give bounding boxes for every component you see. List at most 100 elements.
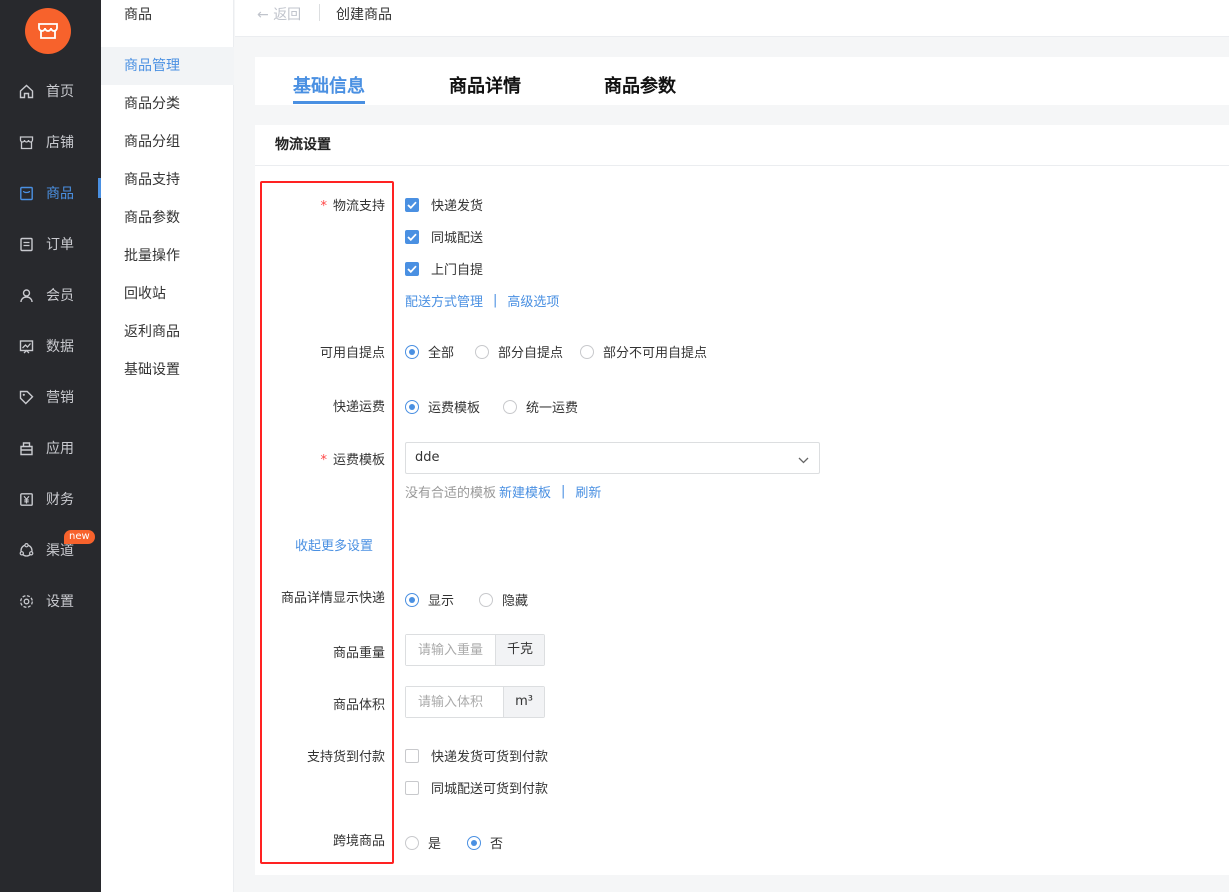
nav-item-settings[interactable]: 设置 (0, 576, 101, 627)
template-select[interactable]: dde (405, 442, 820, 474)
weight-input[interactable] (406, 635, 495, 665)
weight-unit: 千克 (495, 635, 544, 665)
nav-item-channel[interactable]: 渠道 new (0, 525, 101, 576)
subnav-item-basic-settings[interactable]: 基础设置 (101, 351, 234, 389)
checkbox-label: 同城配送可货到付款 (431, 782, 549, 797)
logistics-label: * 物流支持 (320, 195, 385, 214)
weight-input-group: 千克 (405, 634, 545, 666)
radio-label: 部分不可用自提点 (603, 346, 708, 361)
radio-checked-icon (405, 344, 419, 359)
subnav-title: 商品 (124, 7, 152, 23)
nav-label: 应用 (46, 441, 74, 457)
radio-checked-icon (405, 399, 419, 414)
nav-item-member[interactable]: 会员 (0, 270, 101, 321)
template-hint-row: 没有合适的模板 新建模板 | 刷新 (405, 482, 601, 501)
divider (319, 4, 320, 21)
tab-bar: 基础信息 商品详情 商品参数 (255, 57, 1229, 105)
subnav-item-recycle[interactable]: 回收站 (101, 275, 234, 313)
nav-item-home[interactable]: 首页 (0, 66, 101, 117)
nav-label: 店铺 (46, 135, 74, 151)
tab-goods-detail[interactable]: 商品详情 (449, 72, 521, 98)
subnav-item-goods-manage[interactable]: 商品管理 (101, 47, 234, 85)
cross-border-label: 跨境商品 (332, 834, 385, 849)
radio-fee-uniform[interactable]: 统一运费 (503, 397, 578, 416)
label-text: 运费模板 (332, 453, 385, 468)
collapse-settings-link[interactable]: 收起更多设置 (295, 535, 373, 554)
shipping-fee-label: 快递运费 (332, 400, 385, 415)
top-bar: ← 返回 创建商品 (235, 0, 1229, 37)
label-text: 物流支持 (332, 199, 385, 214)
nav-item-marketing[interactable]: 营销 (0, 372, 101, 423)
radio-pickup-partial-unavailable[interactable]: 部分不可用自提点 (580, 342, 707, 361)
nav-label: 设置 (46, 594, 74, 610)
checkbox-label: 快递发货可货到付款 (431, 750, 549, 765)
volume-input-group: m³ (405, 686, 545, 718)
radio-checked-icon (405, 592, 419, 607)
checkbox-cod-local[interactable]: 同城配送可货到付款 (405, 778, 548, 797)
goods-icon (18, 185, 34, 201)
subnav-item-batch[interactable]: 批量操作 (101, 237, 234, 275)
show-express-label: 商品详情显示快递 (280, 591, 385, 606)
arrow-left-icon: ← (257, 7, 269, 23)
member-icon (18, 287, 34, 303)
radio-cross-border-yes[interactable]: 是 (405, 833, 441, 852)
radio-show[interactable]: 显示 (405, 590, 454, 609)
back-label: 返回 (273, 7, 302, 23)
nav-item-app[interactable]: 应用 (0, 423, 101, 474)
radio-fee-template[interactable]: 运费模板 (405, 397, 480, 416)
delivery-method-link[interactable]: 配送方式管理 (405, 291, 483, 310)
template-hint: 没有合适的模板 (405, 486, 497, 501)
checkbox-label: 同城配送 (431, 231, 484, 246)
nav-item-data[interactable]: 数据 (0, 321, 101, 372)
radio-label: 否 (490, 837, 504, 852)
checkbox-cod-express[interactable]: 快递发货可货到付款 (405, 746, 548, 765)
refresh-link[interactable]: 刷新 (575, 482, 601, 501)
app-logo[interactable] (25, 8, 71, 54)
radio-label: 统一运费 (526, 401, 579, 416)
link-separator: | (493, 293, 498, 308)
nav-item-finance[interactable]: 财务 (0, 474, 101, 525)
radio-label: 显示 (428, 594, 455, 609)
radio-pickup-all[interactable]: 全部 (405, 342, 454, 361)
weight-label: 商品重量 (332, 646, 385, 661)
volume-input[interactable] (406, 687, 503, 717)
checkbox-express[interactable]: 快递发货 (405, 195, 483, 214)
pickup-label: 可用自提点 (319, 346, 385, 361)
nav-item-store[interactable]: 店铺 (0, 117, 101, 168)
subnav-item-category[interactable]: 商品分类 (101, 85, 234, 123)
nav-label: 会员 (46, 288, 74, 304)
new-template-link[interactable]: 新建模板 (499, 482, 551, 501)
nav-item-order[interactable]: 订单 (0, 219, 101, 270)
home-icon (18, 83, 34, 99)
radio-label: 部分自提点 (498, 346, 564, 361)
order-icon (18, 236, 34, 252)
radio-cross-border-no[interactable]: 否 (467, 833, 503, 852)
tab-basic-info[interactable]: 基础信息 (293, 72, 365, 98)
nav-label: 财务 (46, 492, 74, 508)
tag-icon (18, 389, 34, 405)
radio-unchecked-icon (479, 592, 493, 607)
radio-hide[interactable]: 隐藏 (479, 590, 528, 609)
tab-goods-params[interactable]: 商品参数 (604, 72, 676, 98)
checkbox-self-pickup[interactable]: 上门自提 (405, 259, 483, 278)
checkbox-label: 快递发货 (431, 199, 484, 214)
subnav-item-params[interactable]: 商品参数 (101, 199, 234, 237)
template-label: * 运费模板 (320, 449, 385, 468)
subnav-item-group[interactable]: 商品分组 (101, 123, 234, 161)
advanced-options-link[interactable]: 高级选项 (507, 291, 559, 310)
volume-unit: m³ (503, 687, 544, 717)
nav-item-goods[interactable]: 商品 (0, 168, 101, 219)
divider (255, 165, 1229, 166)
required-mark: * (320, 199, 327, 214)
link-separator: | (561, 484, 566, 499)
subnav-item-rebate[interactable]: 返利商品 (101, 313, 234, 351)
checkbox-unchecked-icon (405, 780, 419, 795)
active-tab-indicator (293, 101, 365, 104)
cod-label: 支持货到付款 (306, 750, 385, 765)
required-mark: * (320, 453, 327, 468)
back-button[interactable]: ← 返回 (257, 4, 301, 24)
radio-label: 隐藏 (502, 594, 529, 609)
checkbox-local-delivery[interactable]: 同城配送 (405, 227, 483, 246)
radio-pickup-partial[interactable]: 部分自提点 (475, 342, 563, 361)
subnav-item-support[interactable]: 商品支持 (101, 161, 234, 199)
